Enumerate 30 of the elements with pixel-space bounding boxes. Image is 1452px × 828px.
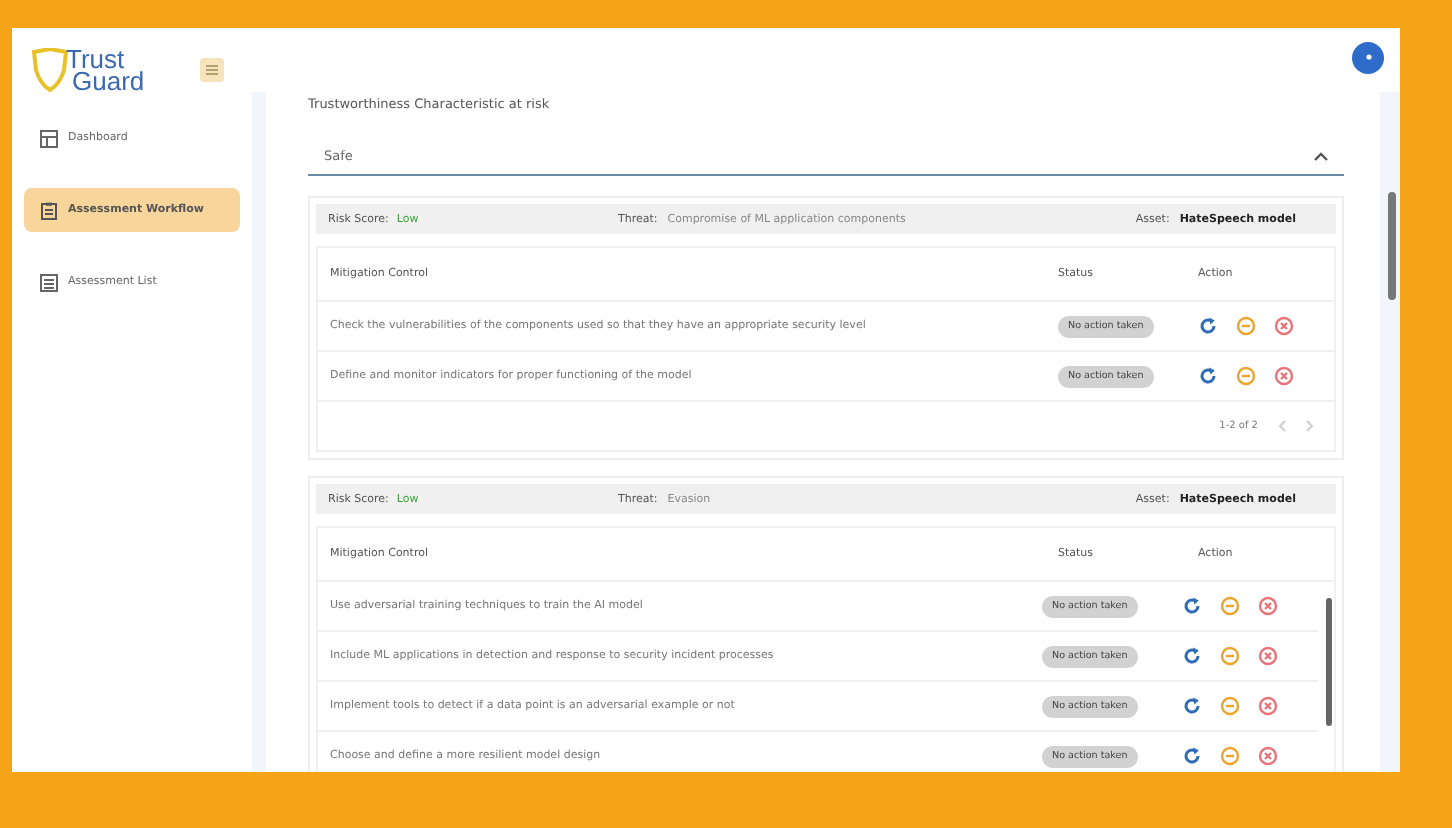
close-circle-icon[interactable] (1258, 746, 1278, 766)
chevron-up-icon (1314, 151, 1328, 161)
dot-icon (1363, 52, 1373, 62)
refresh-icon[interactable] (1182, 596, 1202, 616)
minus-circle-icon[interactable] (1236, 366, 1256, 386)
refresh-icon[interactable] (1182, 646, 1202, 666)
close-circle-icon[interactable] (1258, 596, 1278, 616)
list-icon (40, 273, 58, 291)
close-circle-icon[interactable] (1274, 366, 1294, 386)
minus-circle-icon[interactable] (1220, 746, 1240, 766)
chevron-left-icon[interactable] (1278, 420, 1286, 432)
brand-name: Guard (72, 70, 145, 92)
minus-circle-icon[interactable] (1220, 646, 1240, 666)
refresh-icon[interactable] (1198, 316, 1218, 336)
minus-circle-icon[interactable] (1220, 696, 1240, 716)
close-circle-icon[interactable] (1274, 316, 1294, 336)
chevron-right-icon[interactable] (1306, 420, 1314, 432)
minus-circle-icon[interactable] (1236, 316, 1256, 336)
minus-circle-icon[interactable] (1220, 596, 1240, 616)
close-circle-icon[interactable] (1258, 696, 1278, 716)
refresh-icon[interactable] (1198, 366, 1218, 386)
clipboard-icon (40, 201, 58, 219)
close-circle-icon[interactable] (1258, 646, 1278, 666)
refresh-icon[interactable] (1182, 696, 1202, 716)
menu-toggle-button[interactable] (200, 58, 224, 82)
shield-icon (32, 48, 68, 92)
profile-button[interactable] (1352, 41, 1384, 73)
refresh-icon[interactable] (1182, 746, 1202, 766)
menu-icon (206, 64, 218, 76)
grid-icon (40, 129, 58, 147)
